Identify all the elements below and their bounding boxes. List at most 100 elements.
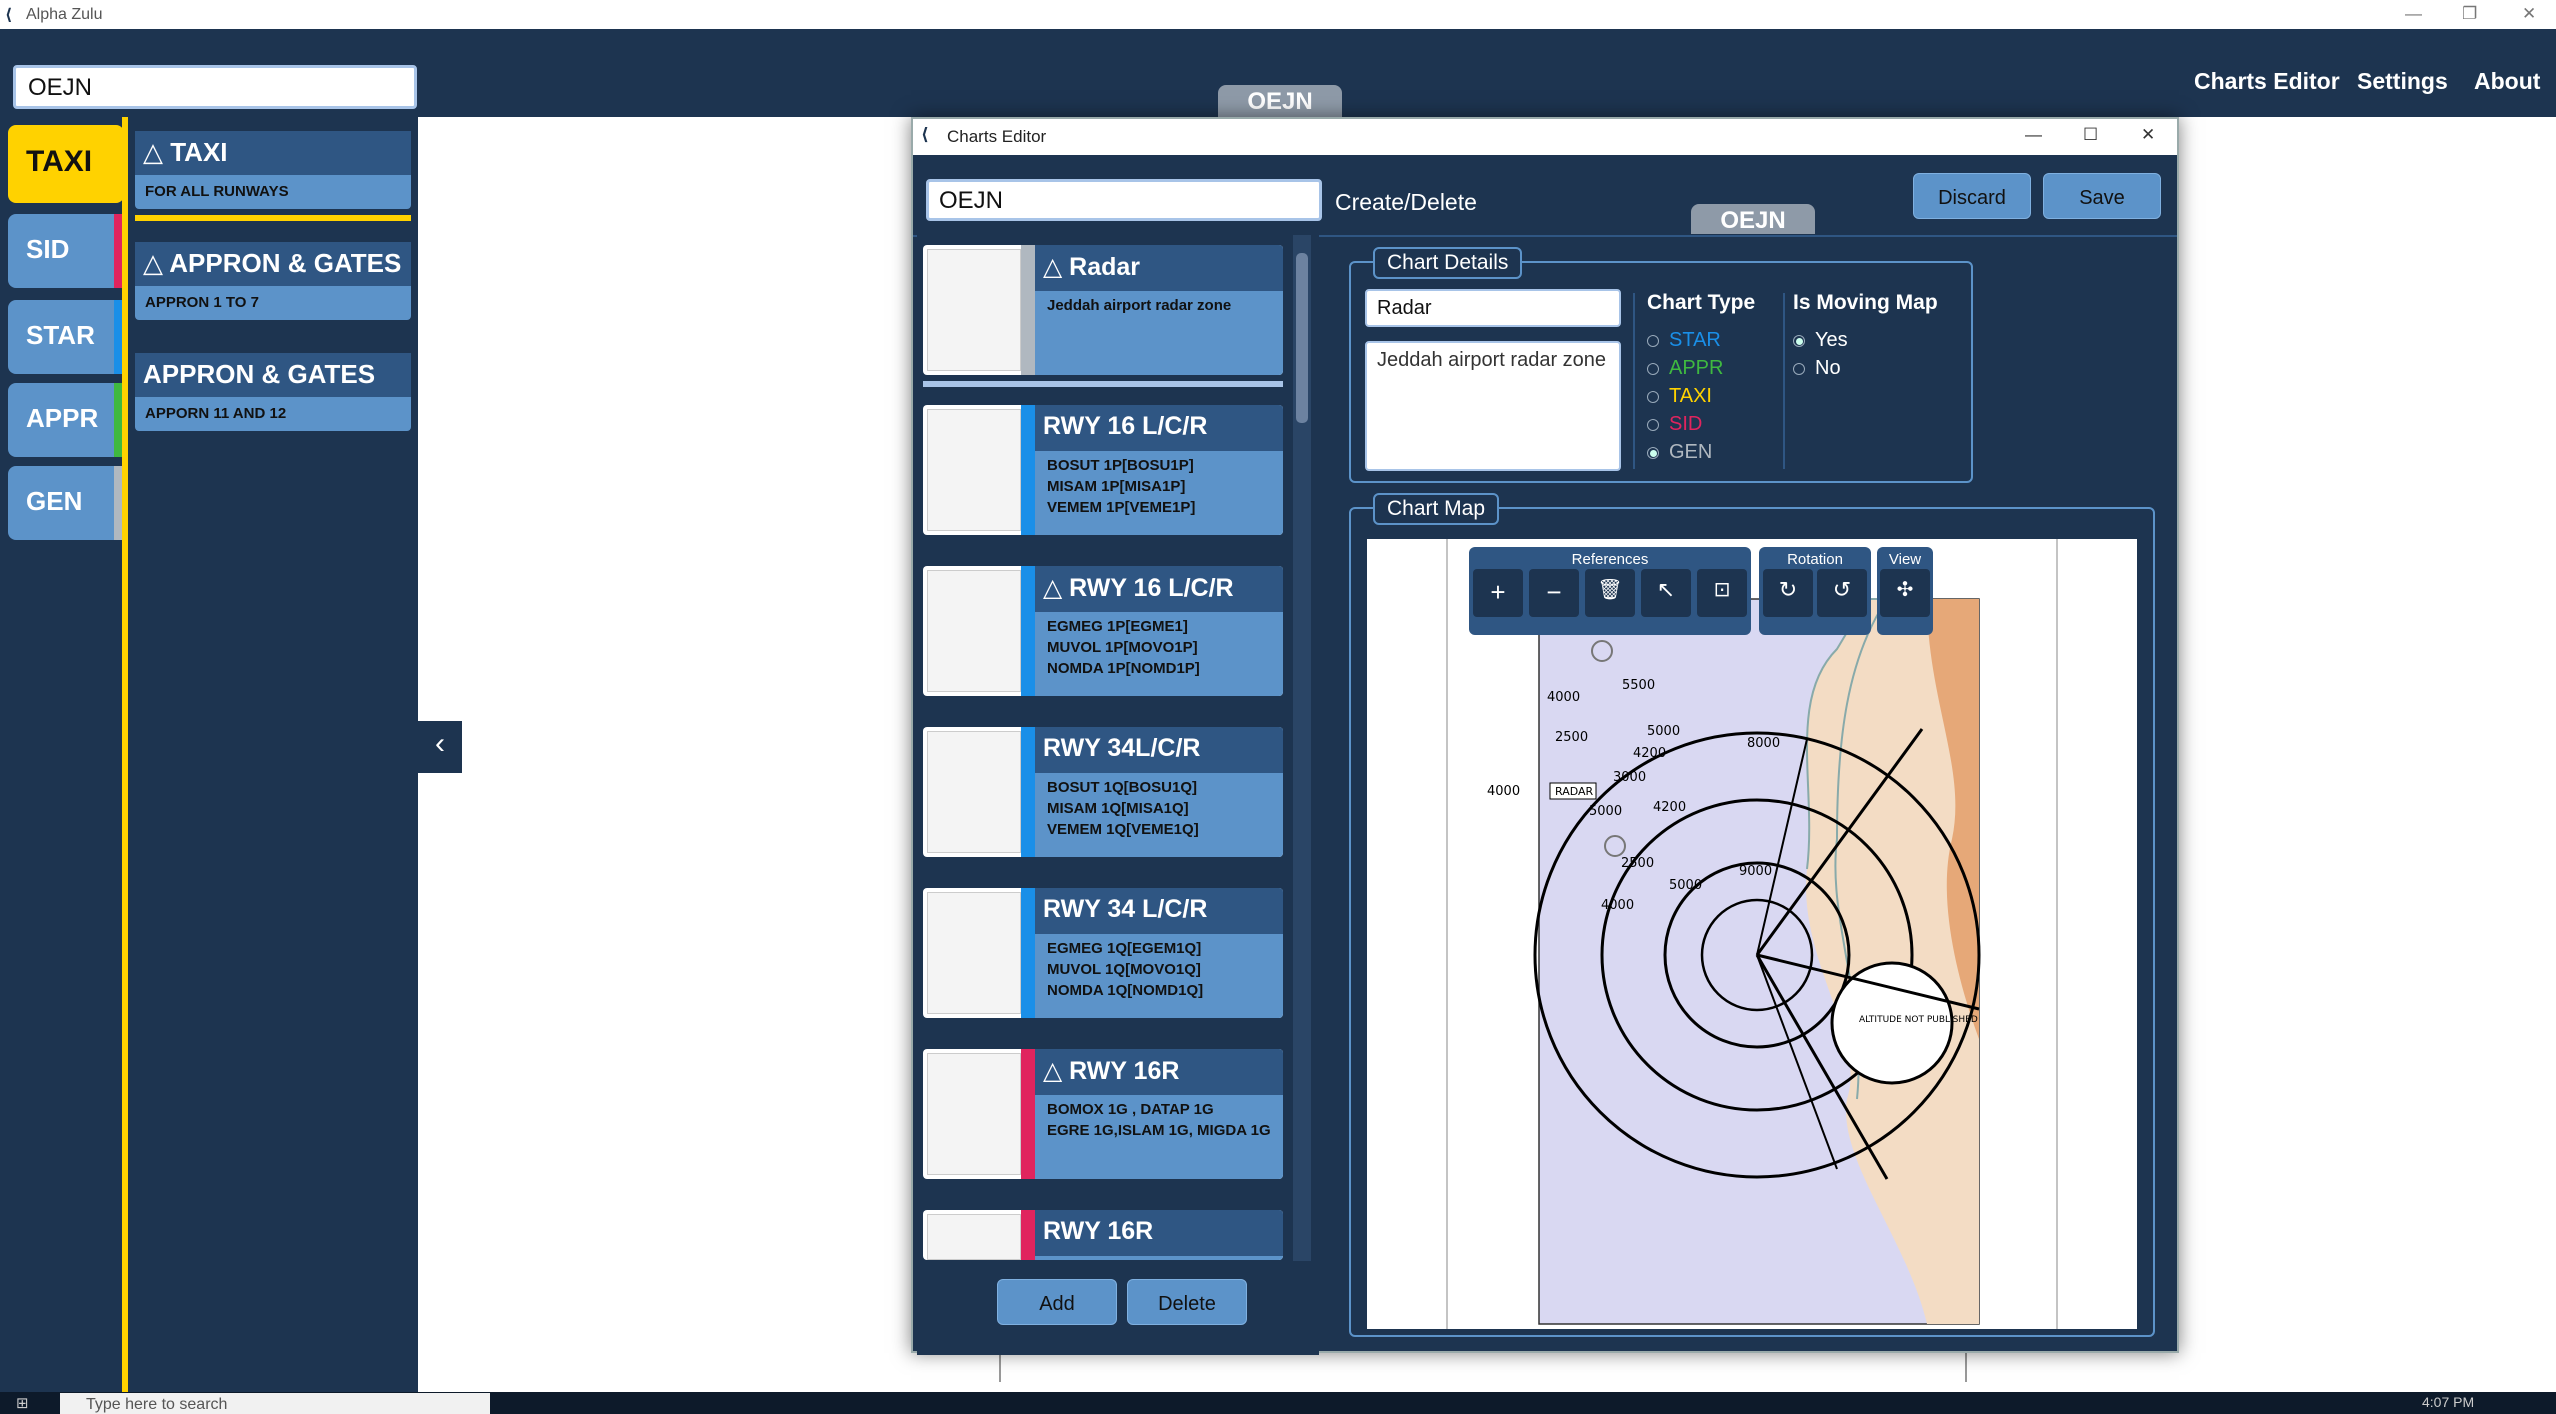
category-label: GEN [26, 486, 83, 516]
chart-list-item[interactable]: △ RWY 16 L/C/R EGMEG 1P[EGME1] MUVOL 1P[M… [923, 566, 1283, 696]
chart-list-item[interactable]: RWY 34 L/C/R EGMEG 1Q[EGEM1Q] MUVOL 1Q[MO… [923, 888, 1283, 1018]
radio-circle-icon [1647, 446, 1659, 459]
radio-circle-icon [1647, 362, 1659, 375]
radio-circle-icon [1647, 418, 1659, 431]
selected-category-rule [122, 117, 128, 1392]
window-title: Alpha Zulu [26, 6, 103, 23]
chart-list-item[interactable]: △ RWY 16R BOMOX 1G , DATAP 1G EGRE 1G,ISL… [923, 1049, 1283, 1179]
chart-list-desc: Jeddah airport radar zone [1047, 297, 1232, 314]
radio-type-star[interactable]: STAR [1647, 329, 1721, 352]
radio-label: Yes [1815, 329, 1848, 351]
radio-type-sid[interactable]: SID [1647, 413, 1702, 436]
divider [1633, 293, 1635, 469]
map-sector-label: 4000 [1601, 898, 1634, 913]
side-chart-title: APPRON & GATES [143, 359, 376, 389]
chart-list-item[interactable]: RWY 34L/C/R BOSUT 1Q[BOSU1Q] MISAM 1Q[MIS… [923, 727, 1283, 857]
minus-icon[interactable]: − [1529, 569, 1579, 617]
category-taxi[interactable]: TAXI [8, 125, 124, 203]
category-label: STAR [26, 320, 95, 350]
category-star[interactable]: STAR [8, 300, 124, 374]
arrow-up-left-icon[interactable]: ↖ [1641, 569, 1691, 617]
rotation-toolbar: Rotation ↻ ↺ [1759, 547, 1871, 635]
airport-search-input[interactable]: OEJN [13, 65, 417, 109]
windows-start-icon[interactable]: ⊞ [16, 1394, 29, 1412]
chevron-left-icon[interactable]: ‹ [418, 721, 462, 773]
radio-type-appr[interactable]: APPR [1647, 357, 1723, 380]
add-button[interactable]: Add [997, 1279, 1117, 1325]
moving-map-icon: △ [1043, 574, 1070, 602]
category-gen[interactable]: GEN [8, 466, 124, 540]
close-icon[interactable]: ✕ [2141, 125, 2155, 145]
radio-label: GEN [1669, 441, 1713, 463]
side-chart-card[interactable]: △ APPRON & GATES APPRON 1 TO 7 [135, 242, 411, 320]
plus-icon[interactable]: + [1473, 569, 1523, 617]
close-icon[interactable]: ✕ [2522, 4, 2536, 24]
chart-map-canvas[interactable]: RADAR 5500 4000 2500 5000 4200 3000 8000… [1367, 539, 2137, 1329]
rotation-label: Rotation [1787, 551, 1843, 568]
map-sector-label: 2500 [1555, 730, 1588, 745]
chart-list-desc: BOSUT 1Q[BOSU1Q] MISAM 1Q[MISA1Q] VEMEM … [1047, 779, 1199, 838]
chart-list-item[interactable]: △ Radar Jeddah airport radar zone [923, 245, 1283, 375]
minimize-icon[interactable]: — [2405, 4, 2422, 24]
map-label-radar: RADAR [1555, 785, 1594, 798]
map-sector-label: 4000 [1487, 784, 1520, 799]
radio-label: APPR [1669, 357, 1724, 379]
radio-type-taxi[interactable]: TAXI [1647, 385, 1712, 408]
list-scrollbar-thumb[interactable] [1296, 253, 1308, 423]
nav-charts-editor[interactable]: Charts Editor [2194, 68, 2340, 95]
minimize-icon[interactable]: — [2025, 125, 2042, 145]
maximize-icon[interactable]: ☐ [2083, 125, 2098, 145]
chart-list-item[interactable]: RWY 16 L/C/R BOSUT 1P[BOSU1P] MISAM 1P[MI… [923, 405, 1283, 535]
chart-list-title: RWY 16R [1069, 1057, 1180, 1085]
category-label: TAXI [26, 145, 93, 178]
nav-about[interactable]: About [2474, 68, 2540, 95]
chart-list-title: RWY 16R [1043, 1217, 1154, 1245]
restore-icon[interactable]: ❐ [2462, 4, 2477, 24]
chart-list-item[interactable]: RWY 16R [923, 1210, 1283, 1260]
airport-code-input[interactable]: OEJN [926, 179, 1322, 221]
chart-type-strip [1021, 727, 1035, 857]
radio-label: No [1815, 357, 1841, 379]
taskbar-clock: 4:07 PM [2422, 1394, 2475, 1410]
side-chart-card[interactable]: △ TAXI FOR ALL RUNWAYS [135, 131, 411, 209]
trash-icon[interactable]: 🗑 [1585, 569, 1635, 617]
chart-thumbnail [927, 570, 1021, 692]
crop-icon[interactable]: ⊡ [1697, 569, 1747, 617]
map-sector-label: 2500 [1621, 856, 1654, 871]
save-button[interactable]: Save [2043, 173, 2161, 219]
nav-settings[interactable]: Settings [2357, 68, 2448, 95]
chart-type-strip [1021, 566, 1035, 696]
move-icon[interactable]: ✣ [1880, 569, 1930, 617]
map-sector-label: 4000 [1547, 690, 1580, 705]
side-chart-subtitle: APPORN 11 AND 12 [145, 405, 287, 422]
chart-list-title: RWY 16 L/C/R [1069, 574, 1234, 602]
divider [1783, 293, 1785, 469]
chart-description-input[interactable]: Jeddah airport radar zone [1365, 341, 1621, 471]
category-sid[interactable]: SID [8, 214, 124, 288]
create-delete-label: Create/Delete [1335, 189, 1477, 215]
category-label: APPR [26, 403, 99, 433]
discard-button[interactable]: Discard [1913, 173, 2031, 219]
chart-list[interactable]: △ Radar Jeddah airport radar zone RWY 16 … [917, 235, 1319, 1355]
references-toolbar: References + − 🗑 ↖ ⊡ [1469, 547, 1751, 635]
taskbar-search-input[interactable]: Type here to search [60, 1393, 490, 1414]
category-appr[interactable]: APPR [8, 383, 124, 457]
radio-circle-icon [1793, 334, 1805, 347]
chart-type-strip [1021, 405, 1035, 535]
radio-moving-no[interactable]: No [1793, 357, 1841, 380]
side-chart-card[interactable]: APPRON & GATES APPORN 11 AND 12 [135, 353, 411, 431]
chart-name-input[interactable]: Radar [1365, 289, 1621, 327]
moving-map-icon: △ [143, 248, 170, 278]
map-sector-label: 5500 [1622, 678, 1655, 693]
chart-type-strip [1021, 1210, 1035, 1260]
map-sector-label: 4200 [1633, 746, 1666, 761]
chart-thumbnail [927, 731, 1021, 853]
rotate-cw-icon[interactable]: ↻ [1763, 569, 1813, 617]
chart-list-desc: BOMOX 1G , DATAP 1G EGRE 1G,ISLAM 1G, MI… [1047, 1101, 1271, 1139]
chart-details-panel: Chart Details Radar Jeddah airport radar… [1349, 247, 1973, 483]
radio-moving-yes[interactable]: Yes [1793, 329, 1848, 352]
delete-button[interactable]: Delete [1127, 1279, 1247, 1325]
rotate-ccw-icon[interactable]: ↺ [1817, 569, 1867, 617]
radio-type-gen[interactable]: GEN [1647, 441, 1712, 464]
chart-type-strip [1021, 1049, 1035, 1179]
